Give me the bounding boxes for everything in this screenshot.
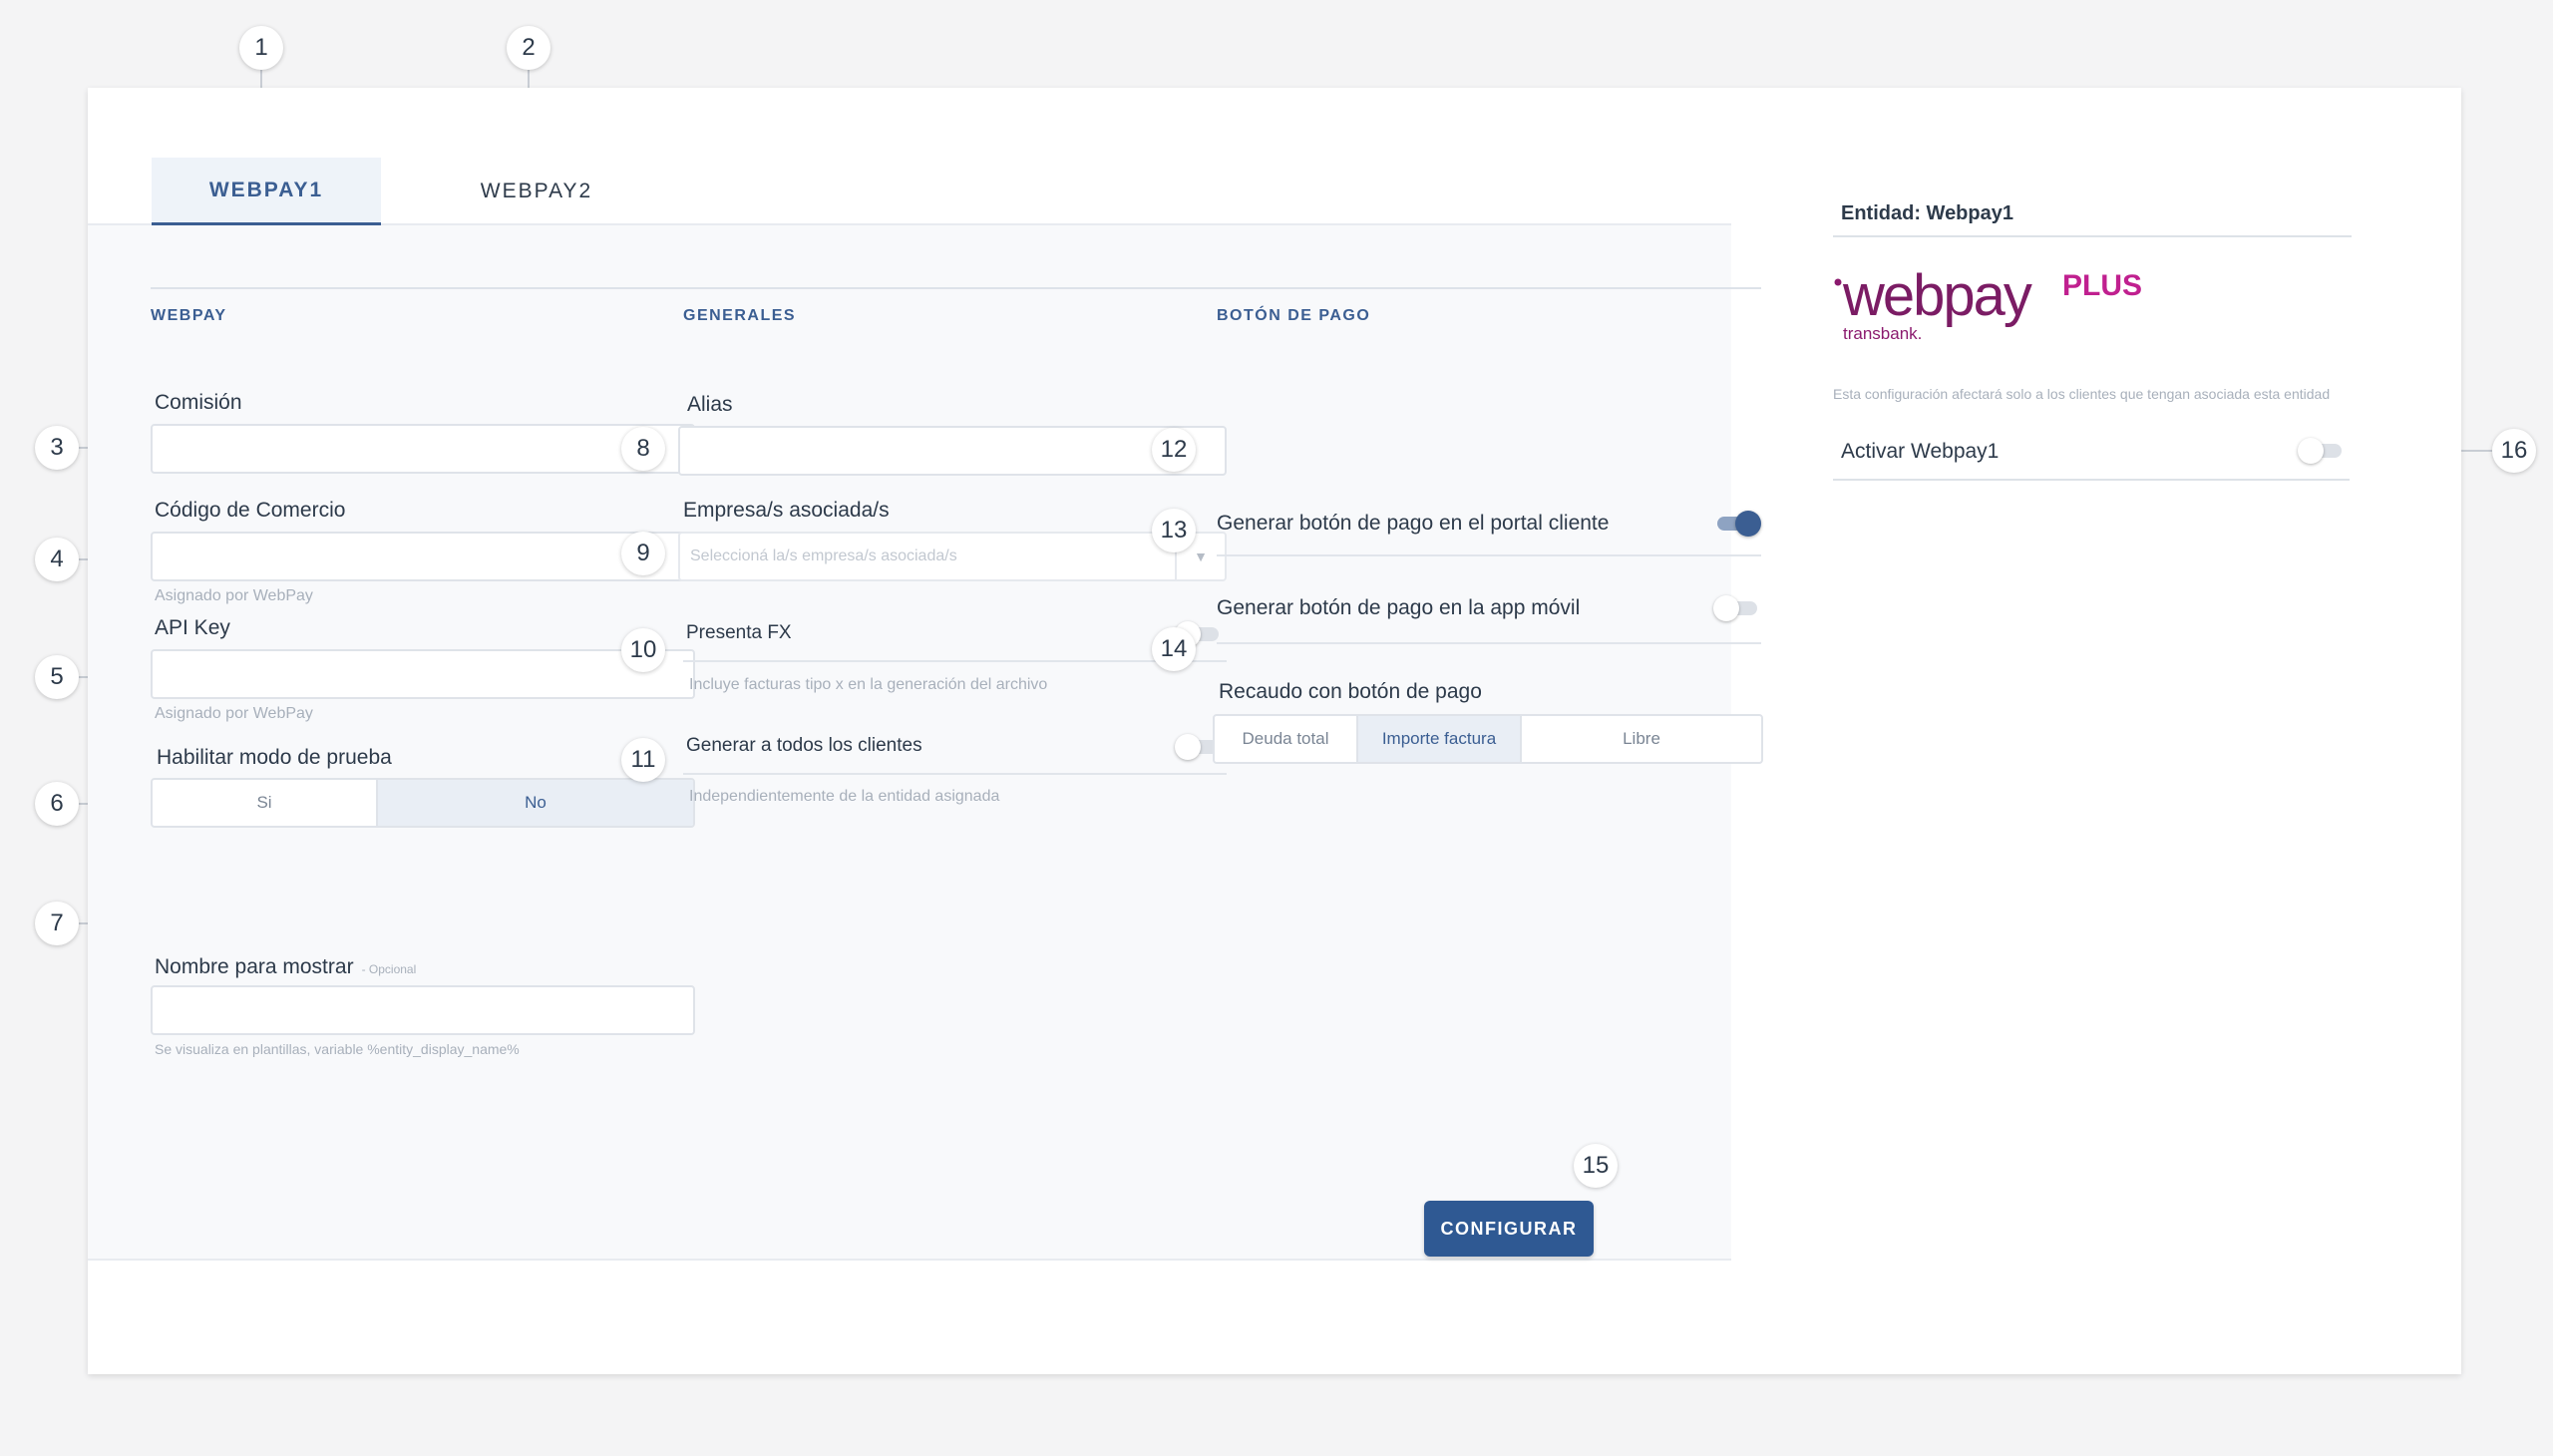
callout-8: 8 (621, 427, 665, 471)
tab-webpay1[interactable]: WEBPAY1 (152, 158, 381, 225)
divider (1833, 479, 2350, 481)
callout-5: 5 (35, 655, 79, 699)
codigo-comercio-input[interactable] (151, 532, 695, 581)
presenta-fx-label: Presenta FX (686, 622, 792, 643)
tab-webpay2[interactable]: WEBPAY2 (447, 158, 626, 225)
nombre-mostrar-hint: Se visualiza en plantillas, variable %en… (155, 1041, 520, 1057)
callout-10: 10 (621, 628, 665, 672)
callout-4: 4 (35, 538, 79, 581)
callout-12: 12 (1152, 428, 1196, 472)
divider (683, 660, 1227, 662)
comision-label: Comisión (155, 391, 242, 414)
recaudo-libre[interactable]: Libre (1522, 716, 1761, 762)
codigo-comercio-hint: Asignado por WebPay (155, 587, 313, 604)
entity-title: Entidad: Webpay1 (1841, 202, 2013, 224)
entity-note: Esta configuración afectará solo a los c… (1833, 386, 2331, 402)
configurar-button[interactable]: CONFIGURAR (1424, 1201, 1594, 1257)
modo-prueba-label: Habilitar modo de prueba (157, 746, 392, 769)
divider (1217, 554, 1761, 556)
modo-prueba-si[interactable]: Si (153, 780, 378, 826)
nombre-mostrar-optional: - Opcional (361, 962, 417, 976)
form-footer (88, 1259, 1731, 1374)
codigo-comercio-label: Código de Comercio (155, 499, 346, 522)
modo-prueba-selector: Si No (151, 778, 695, 828)
comision-input[interactable] (151, 424, 695, 474)
nombre-mostrar-label: Nombre para mostrar - Opcional (155, 955, 416, 979)
activar-webpay-knob (2298, 438, 2324, 464)
callout-16: 16 (2492, 429, 2536, 473)
generar-todos-hint: Independientemente de la entidad asignad… (689, 788, 1000, 805)
generar-todos-label: Generar a todos los clientes (686, 735, 922, 756)
activar-webpay-label: Activar Webpay1 (1841, 440, 2000, 463)
portal-cliente-label: Generar botón de pago en el portal clien… (1217, 512, 1610, 535)
section-webpay-title: WEBPAY (151, 287, 695, 325)
config-area: WEBPAY1 WEBPAY2 WEBPAY Comisión Código d… (88, 88, 1763, 1374)
alias-label: Alias (687, 393, 733, 416)
callout-3: 3 (35, 426, 79, 470)
divider (1833, 235, 2352, 237)
recaudo-label: Recaudo con botón de pago (1219, 680, 1482, 703)
section-generales-title: GENERALES (683, 287, 1228, 325)
alias-input[interactable] (678, 426, 1227, 476)
callout-7: 7 (35, 902, 79, 945)
logo-plus-text: PLUS (2062, 269, 2142, 302)
callout-13: 13 (1152, 509, 1196, 552)
app-movil-label: Generar botón de pago en la app móvil (1217, 596, 1581, 619)
callout-1: 1 (239, 26, 283, 70)
callout-2: 2 (507, 26, 550, 70)
callout-9: 9 (621, 532, 665, 575)
app-movil-knob (1713, 595, 1739, 621)
nombre-mostrar-input[interactable] (151, 985, 695, 1035)
app-movil-toggle[interactable] (1713, 595, 1759, 621)
section-boton-pago-title: BOTÓN DE PAGO (1217, 287, 1761, 325)
modo-prueba-no[interactable]: No (378, 780, 693, 826)
api-key-hint: Asignado por WebPay (155, 705, 313, 722)
api-key-input[interactable] (151, 649, 695, 699)
divider (1217, 642, 1761, 644)
logo-dot (1834, 278, 1842, 286)
callout-14: 14 (1152, 627, 1196, 671)
api-key-label: API Key (155, 616, 230, 639)
callout-11: 11 (621, 738, 665, 782)
generar-todos-knob (1175, 734, 1201, 760)
nombre-mostrar-text: Nombre para mostrar (155, 955, 354, 978)
portal-cliente-knob (1735, 511, 1761, 537)
empresas-select[interactable]: Seleccioná la/s empresa/s asociada/s ▼ (678, 532, 1227, 581)
form-content: WEBPAY Comisión Código de Comercio Asign… (88, 225, 1763, 1259)
activar-webpay-toggle[interactable] (2298, 438, 2344, 464)
logo-transbank-text: transbank. (1843, 324, 1922, 343)
portal-cliente-toggle[interactable] (1715, 511, 1761, 537)
divider (683, 773, 1227, 775)
callout-15: 15 (1574, 1144, 1618, 1188)
recaudo-selector: Deuda total Importe factura Libre (1213, 714, 1763, 764)
recaudo-deuda-total[interactable]: Deuda total (1215, 716, 1358, 762)
empresas-label: Empresa/s asociada/s (683, 499, 890, 522)
logo-webpay-text: webpay (1842, 263, 2032, 328)
webpay-plus-logo: webpay PLUS transbank. (1834, 263, 2142, 343)
recaudo-importe-factura[interactable]: Importe factura (1358, 716, 1522, 762)
callout-6: 6 (35, 782, 79, 826)
tab-bar: WEBPAY1 WEBPAY2 (88, 88, 1731, 225)
empresas-placeholder: Seleccioná la/s empresa/s asociada/s (690, 547, 957, 564)
presenta-fx-hint: Incluye facturas tipo x en la generación… (689, 676, 1048, 693)
